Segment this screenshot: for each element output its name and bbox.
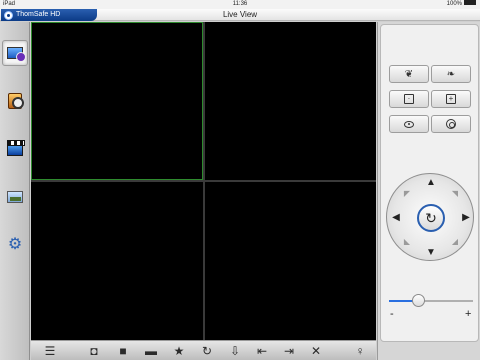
battery-indicator: 100% (446, 0, 476, 8)
sidebar-item-pictures[interactable] (2, 184, 28, 210)
focus-near-icon: ❦ (404, 68, 414, 80)
film-reel-icon (8, 93, 24, 109)
record-icon[interactable]: ■ (116, 344, 130, 358)
app-window: iPad 11:36 100% Live View ThomSafe HD ⚙ (0, 0, 480, 360)
pan-right-arrow-icon[interactable]: ▶ (460, 212, 472, 224)
battery-icon (464, 0, 476, 5)
gallery-icon[interactable]: ▬ (144, 344, 158, 358)
video-cell-1[interactable] (31, 22, 203, 180)
next-icon[interactable]: ⇥ (282, 344, 296, 358)
iris-close-button[interactable] (389, 115, 429, 133)
pan-down-right-arrow-icon[interactable]: ◢ (449, 236, 461, 248)
sidebar: ⚙ (0, 22, 30, 360)
slider-min-label: - (390, 308, 394, 320)
iris-open-button[interactable] (431, 115, 471, 133)
audio-icon[interactable]: ♀ (353, 344, 367, 358)
video-cell-2[interactable] (205, 22, 376, 180)
import-icon[interactable]: ⇩ (228, 344, 242, 358)
speed-slider[interactable] (389, 294, 473, 307)
app-logo-icon (4, 11, 13, 20)
iris-close-icon (404, 120, 414, 128)
ptz-controls: ❦ ❧ · + ▲ ▼ ◀ ▶ ◤ ◥ ◣ ◢ ↻ - + (380, 24, 479, 342)
ptz-joystick[interactable]: ▲ ▼ ◀ ▶ ◤ ◥ ◣ ◢ ↻ (386, 173, 474, 261)
zoom-in-button[interactable]: · (389, 90, 429, 108)
previous-icon[interactable]: ⇤ (255, 344, 269, 358)
pan-left-arrow-icon[interactable]: ◀ (390, 212, 402, 224)
favorite-star-icon[interactable]: ★ (172, 344, 186, 358)
monitor-icon (7, 47, 26, 62)
slider-max-label: + (465, 308, 472, 320)
pan-down-left-arrow-icon[interactable]: ◣ (401, 236, 413, 248)
app-name: ThomSafe HD (16, 11, 61, 18)
bottom-toolbar: ☰ ◘ ■ ▬ ★ ↻ ⇩ ⇤ ⇥ ✕ ♀ (31, 340, 376, 360)
status-bar: iPad 11:36 100% (0, 0, 480, 9)
video-grid (31, 22, 376, 340)
fullscreen-icon[interactable]: ✕ (309, 344, 323, 358)
clock: 11:36 (232, 1, 248, 7)
battery-percent: 100% (446, 1, 462, 8)
pan-up-arrow-icon[interactable]: ▲ (425, 177, 437, 189)
auto-rotate-button[interactable]: ↻ (417, 204, 445, 232)
title-bar: Live View ThomSafe HD (0, 9, 480, 21)
rotate-icon[interactable]: ↻ (200, 344, 214, 358)
pan-up-left-arrow-icon[interactable]: ◤ (401, 188, 413, 200)
pan-down-arrow-icon[interactable]: ▼ (425, 247, 437, 259)
sidebar-item-live-view[interactable] (2, 40, 28, 66)
clapperboard-icon (7, 139, 25, 156)
iris-open-icon (446, 119, 456, 129)
focus-near-button[interactable]: ❦ (389, 65, 429, 83)
sidebar-item-playback[interactable] (2, 88, 28, 114)
snapshot-icon[interactable]: ◘ (87, 344, 101, 358)
picture-icon (7, 191, 23, 203)
zoom-out-icon: + (446, 94, 456, 104)
focus-far-button[interactable]: ❧ (431, 65, 471, 83)
zoom-in-icon: · (404, 94, 414, 104)
focus-far-icon: ❧ (446, 68, 456, 80)
layout-list-icon[interactable]: ☰ (43, 344, 57, 358)
video-cell-3[interactable] (31, 182, 203, 340)
rotate-arrow-icon: ↻ (425, 209, 437, 226)
slider-knob[interactable] (412, 294, 426, 307)
app-badge[interactable]: ThomSafe HD (1, 9, 97, 21)
video-cell-4[interactable] (205, 182, 376, 340)
zoom-out-button[interactable]: + (431, 90, 471, 108)
sidebar-item-settings[interactable]: ⚙ (2, 232, 28, 258)
gear-icon: ⚙ (7, 236, 23, 253)
sidebar-item-recordings[interactable] (2, 136, 28, 162)
ptz-panel: ❦ ❧ · + ▲ ▼ ◀ ▶ ◤ ◥ ◣ ◢ ↻ - + (377, 22, 480, 360)
pan-up-right-arrow-icon[interactable]: ◥ (449, 188, 461, 200)
